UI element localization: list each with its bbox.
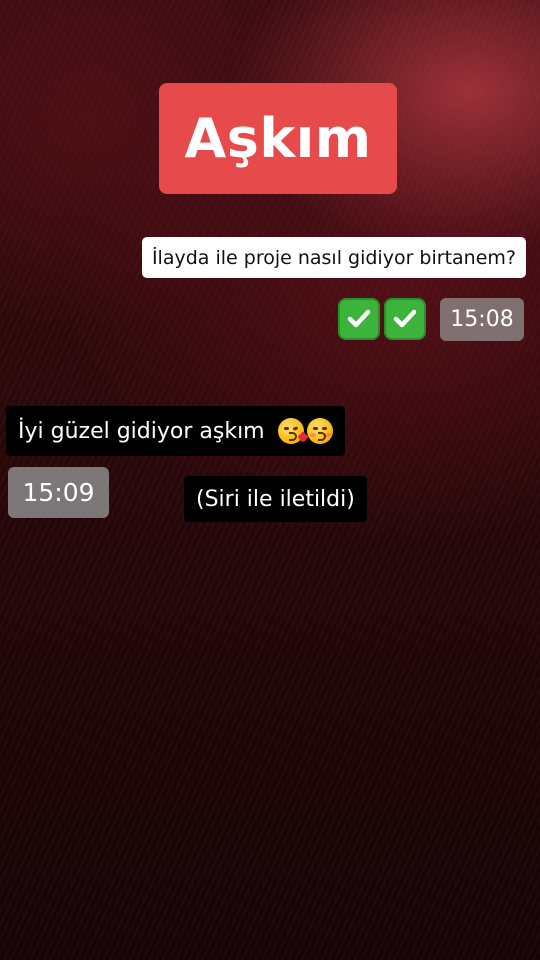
sent-message-bubble: İlayda ile proje nasıl gidiyor birtanem? bbox=[141, 237, 526, 278]
siri-note-text: (Siri ile iletildi) bbox=[196, 486, 355, 512]
sent-time-text: 15:08 bbox=[450, 307, 514, 332]
face-blowing-kiss-icon bbox=[277, 418, 309, 444]
siri-note: (Siri ile iletildi) bbox=[184, 476, 367, 522]
kissing-face-with-smiling-eyes-icon bbox=[306, 418, 333, 444]
received-time-text: 15:09 bbox=[22, 478, 95, 507]
emoji-group bbox=[275, 418, 333, 444]
read-receipt-checks bbox=[338, 298, 426, 340]
contact-name: Aşkım bbox=[184, 107, 372, 170]
contact-name-badge: Aşkım bbox=[159, 83, 397, 194]
sent-timestamp: 15:08 bbox=[440, 298, 524, 341]
check-mark-icon bbox=[338, 298, 380, 340]
check-mark-icon bbox=[384, 298, 426, 340]
received-message-bubble: İyi güzel gidiyor aşkım bbox=[6, 406, 345, 456]
sent-message-text: İlayda ile proje nasıl gidiyor birtanem? bbox=[151, 246, 516, 269]
received-message-text: İyi güzel gidiyor aşkım bbox=[18, 418, 265, 444]
received-timestamp: 15:09 bbox=[8, 467, 109, 518]
